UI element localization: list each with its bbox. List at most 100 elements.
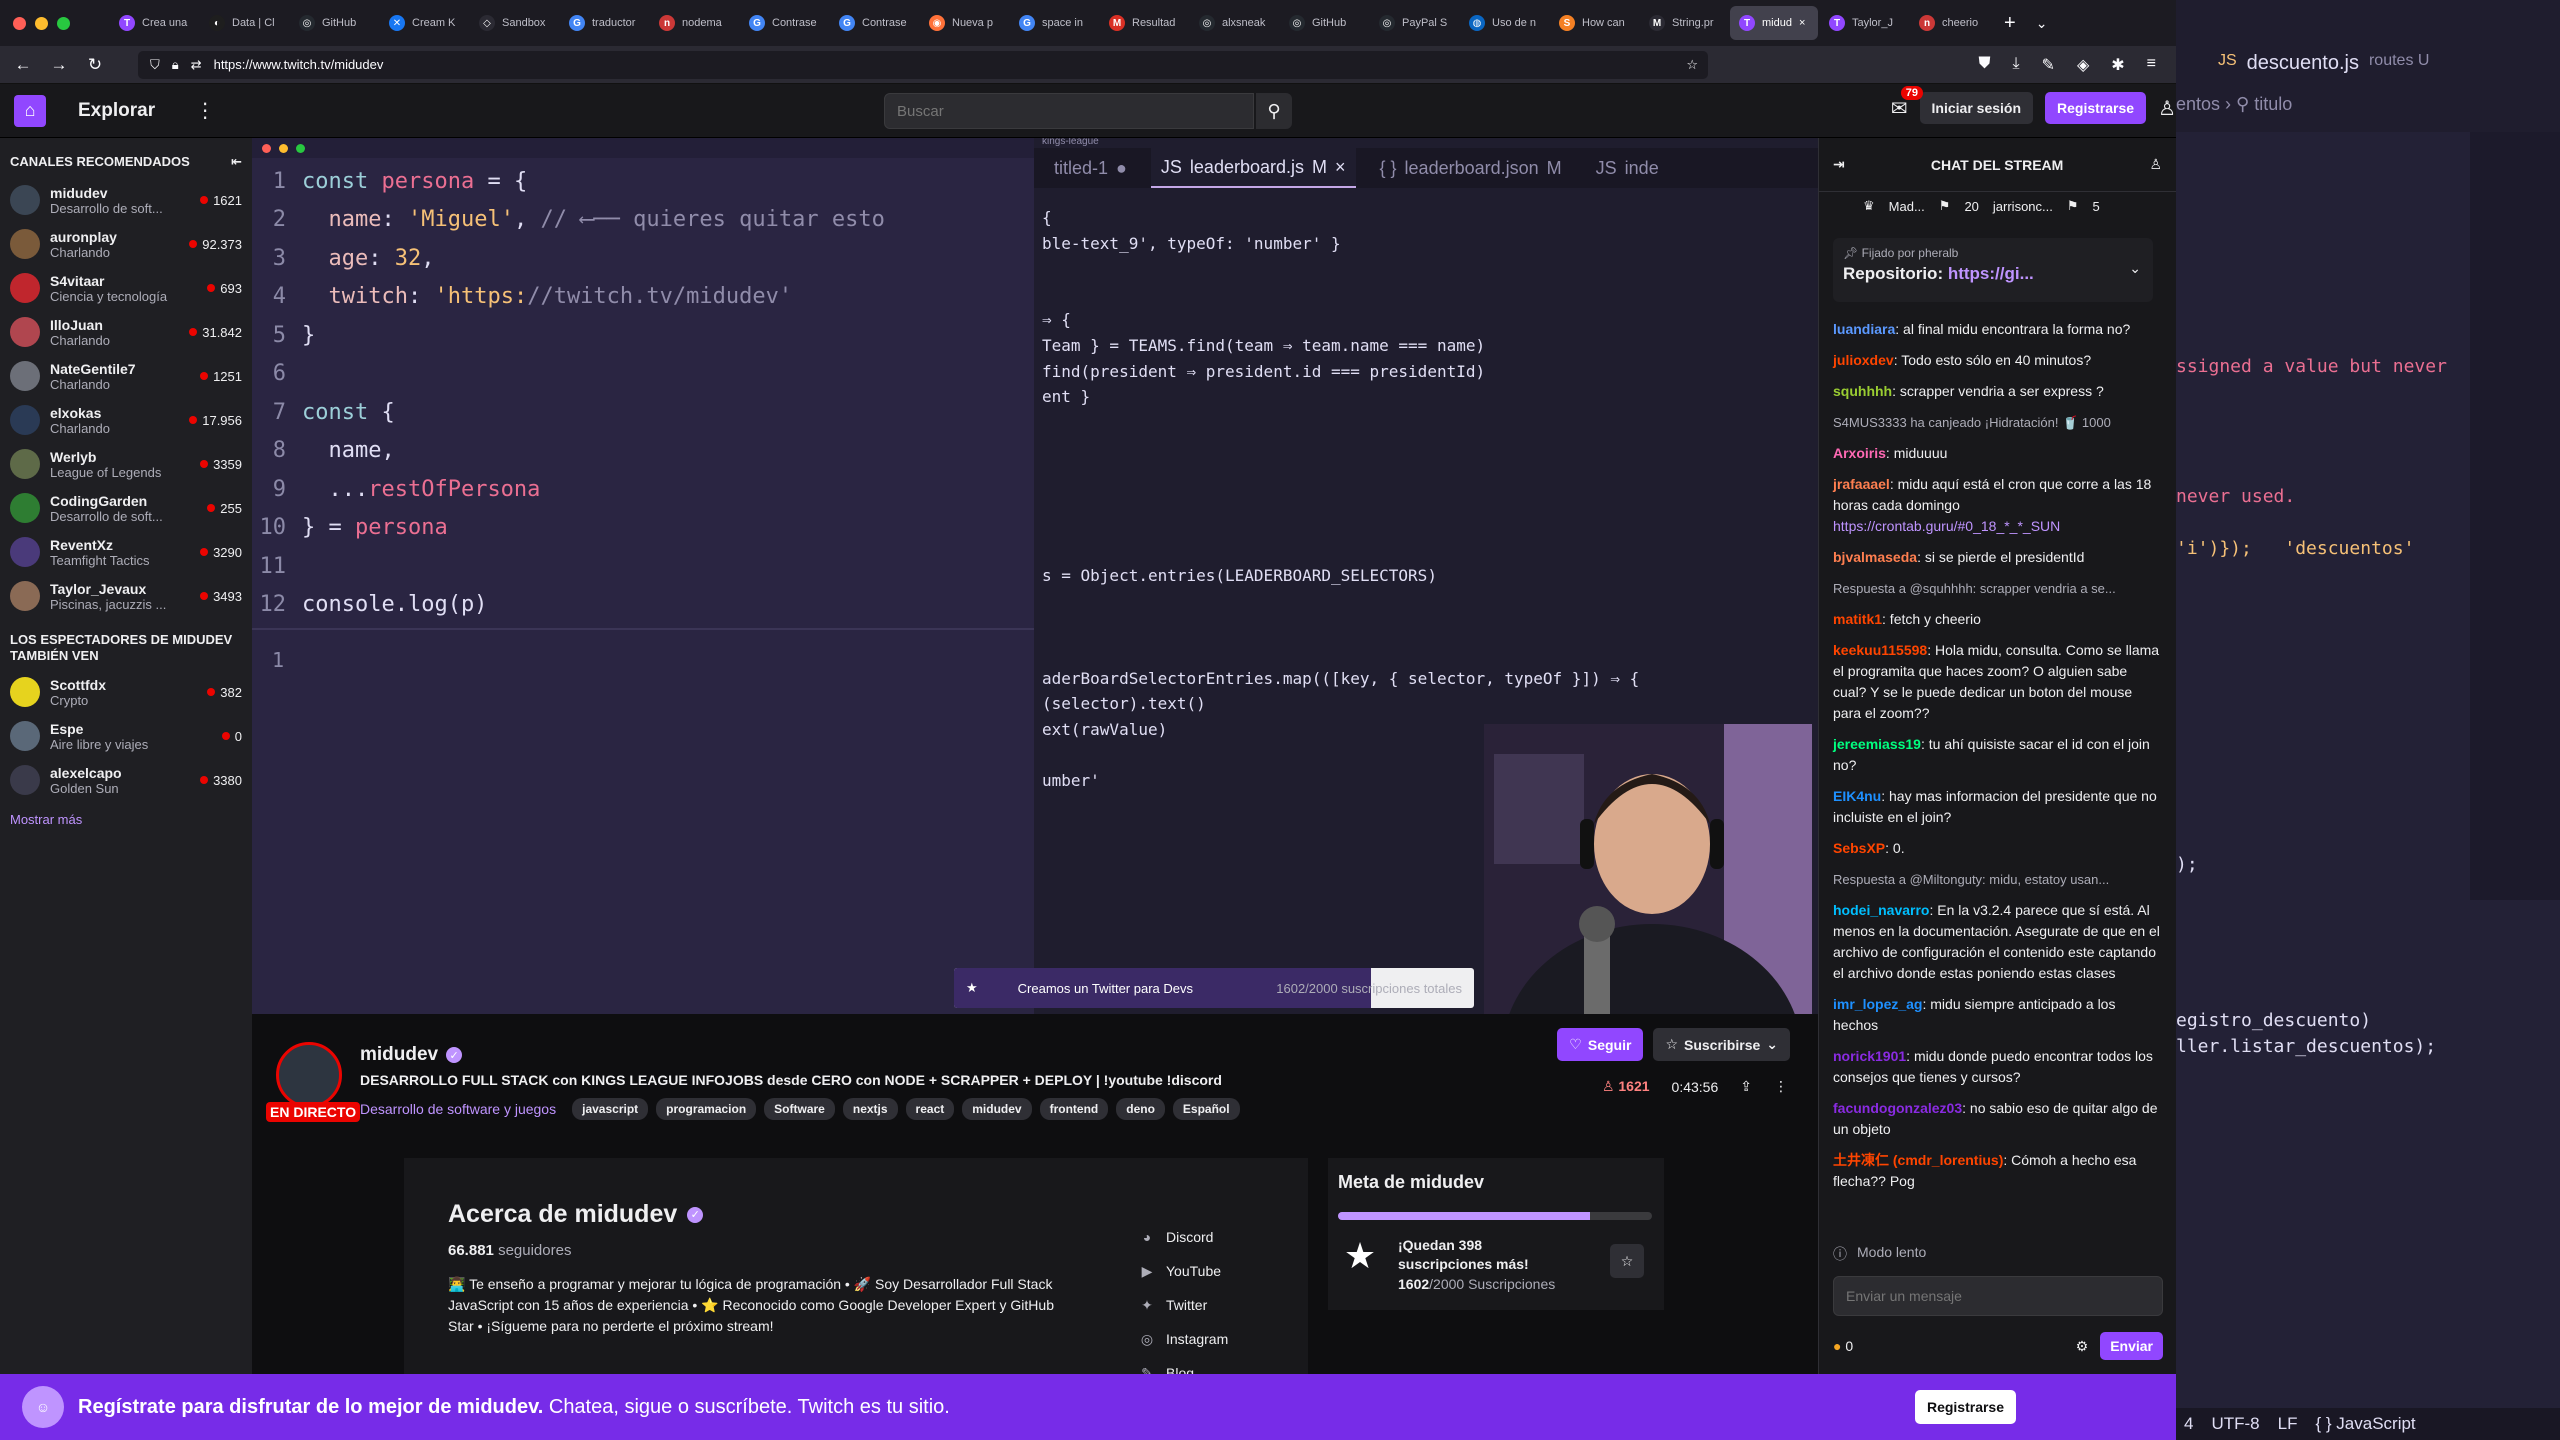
subscribe-button[interactable]: ☆ Suscribirse ⌄ <box>1653 1028 1790 1061</box>
browser-tab[interactable]: S How can <box>1550 6 1638 40</box>
chat-username[interactable]: squhhhh <box>1833 383 1892 399</box>
chat-username[interactable]: keekuu115598 <box>1833 642 1927 658</box>
search-icon[interactable]: ⚲ <box>1256 93 1292 129</box>
sidebar-channel[interactable]: S4vitaar Ciencia y tecnología 693 <box>0 266 252 310</box>
sidebar-channel[interactable]: Werlyb League of Legends 3359 <box>0 442 252 486</box>
chat-username[interactable]: luandiara <box>1833 321 1895 337</box>
browser-tab[interactable]: ✕ Cream K <box>380 6 468 40</box>
collapse-sidebar-icon[interactable]: ⇤ <box>231 154 242 170</box>
forward-button[interactable]: → <box>46 52 72 78</box>
share-icon[interactable]: ⇪ <box>1740 1078 1752 1095</box>
editor-tab[interactable]: JS inde <box>1586 148 1677 188</box>
new-tab-button[interactable]: + <box>2004 12 2016 35</box>
social-link[interactable]: ◎ Instagram <box>1138 1322 1228 1356</box>
vscode-active-file[interactable]: JS descuento.js routes U <box>2218 52 2429 75</box>
pinned-message[interactable]: 📌︎ Fijado por pheralb Repositorio: https… <box>1833 238 2153 302</box>
chevron-down-icon[interactable]: ⌄ <box>2129 260 2141 277</box>
sidebar-channel[interactable]: NateGentile7 Charlando 1251 <box>0 354 252 398</box>
banner-register-button[interactable]: Registrarse <box>1914 1390 2016 1424</box>
extension-pen-icon[interactable]: ✎ <box>2042 55 2055 75</box>
browser-tab[interactable]: G Contrase <box>830 6 918 40</box>
tab-close-icon[interactable]: × <box>1799 17 1805 29</box>
puzzle-icon[interactable]: ✱ <box>2111 55 2124 75</box>
browser-tab[interactable]: M String.pr <box>1640 6 1728 40</box>
minimize-window-button[interactable] <box>35 16 48 30</box>
chat-username[interactable]: facundogonzalez03 <box>1833 1100 1962 1116</box>
status-item[interactable]: UTF-8 <box>2211 1414 2259 1434</box>
twitch-logo[interactable]: ⌂ <box>14 94 46 127</box>
register-button[interactable]: Registrarse <box>2045 92 2147 124</box>
browser-tab[interactable]: n cheerio <box>1910 6 1998 40</box>
chat-username[interactable]: 土井凍仁 (cmdr_lorentius) <box>1833 1152 2003 1168</box>
category-link[interactable]: Desarrollo de software y juegos <box>360 1101 556 1117</box>
tag[interactable]: react <box>905 1098 955 1120</box>
goal-subscribe-star-button[interactable]: ☆ <box>1610 1244 1644 1278</box>
browser-tab[interactable]: ◎ GitHub <box>290 6 378 40</box>
gifter-1[interactable]: Mad... <box>1889 199 1925 214</box>
tag[interactable]: nextjs <box>842 1098 898 1120</box>
browser-tab[interactable]: Tmidud × <box>1730 6 1818 40</box>
status-item[interactable]: 4 <box>2184 1414 2193 1434</box>
browser-tab[interactable]: ◎ PayPal S <box>1370 6 1458 40</box>
browser-tab[interactable]: Gspace in <box>1010 6 1098 40</box>
more-icon[interactable]: ⋮ <box>1774 1078 1788 1095</box>
chat-username[interactable]: norick1901 <box>1833 1048 1906 1064</box>
browser-tab[interactable]: ◐ Data | Cl <box>200 6 288 40</box>
notifications-icon[interactable]: ✉ 79 <box>1891 85 1924 121</box>
tag[interactable]: Software <box>764 1098 835 1120</box>
browser-tab[interactable]: T Crea una <box>110 6 198 40</box>
social-link[interactable]: ✦ Twitter <box>1138 1288 1228 1322</box>
sidebar-channel[interactable]: auronplay Charlando 92.373 <box>0 222 252 266</box>
browser-tab[interactable]: ◍ Uso de n <box>1460 6 1548 40</box>
tag[interactable]: programacion <box>656 1098 757 1120</box>
tag[interactable]: deno <box>1116 1098 1165 1120</box>
chat-username[interactable]: bjvalmaseda <box>1833 549 1917 565</box>
gifter-2[interactable]: jarrisonc... <box>1993 199 2053 214</box>
channel-avatar[interactable] <box>276 1042 342 1108</box>
sidebar-channel[interactable]: midudev Desarrollo de soft... 1621 <box>0 178 252 222</box>
pinned-link[interactable]: https://gi... <box>1948 264 2034 283</box>
browser-tab[interactable]: n nodema <box>650 6 738 40</box>
chat-username[interactable]: jereemiass19 <box>1833 736 1921 752</box>
sidebar-channel[interactable]: ReventXz Teamfight Tactics 3290 <box>0 530 252 574</box>
back-button[interactable]: ← <box>10 52 36 78</box>
downloads-icon[interactable]: ⤓ <box>2012 55 2019 75</box>
editor-tab[interactable]: { } leaderboard.json M <box>1370 148 1572 188</box>
sidebar-channel[interactable]: CodingGarden Desarrollo de soft... 255 <box>0 486 252 530</box>
sidebar-channel[interactable]: Scottfdx Crypto 382 <box>0 670 252 714</box>
tag[interactable]: midudev <box>962 1098 1032 1120</box>
send-button[interactable]: Enviar <box>2100 1332 2163 1360</box>
more-options-icon[interactable]: ⋮ <box>195 98 215 123</box>
browser-tab[interactable]: M Resultad <box>1100 6 1188 40</box>
shield-icon[interactable]: ⛉ <box>150 57 160 73</box>
browser-tab[interactable]: ◎ GitHub <box>1280 6 1368 40</box>
browser-tab[interactable]: ◉ Nueva p <box>920 6 1008 40</box>
status-item[interactable]: { } JavaScript <box>2315 1414 2415 1434</box>
chat-input[interactable] <box>1833 1276 2163 1316</box>
sidebar-channel[interactable]: elxokas Charlando 17.956 <box>0 398 252 442</box>
browser-tab[interactable]: Gtraductor <box>560 6 648 40</box>
chat-settings-icon[interactable]: ⚙ <box>2076 1338 2089 1355</box>
chat-username[interactable]: Arxoiris <box>1833 445 1886 461</box>
explore-link[interactable]: Explorar <box>78 100 155 122</box>
sidebar-channel[interactable]: IlloJuan Charlando 31.842 <box>0 310 252 354</box>
bookmark-star-icon[interactable]: ☆ <box>1686 57 1698 73</box>
chat-username[interactable]: julioxdev <box>1833 352 1894 368</box>
chat-username[interactable]: EIK4nu <box>1833 788 1881 804</box>
collapse-chat-icon[interactable]: ⇥ <box>1833 156 1845 173</box>
chat-username[interactable]: matitk1 <box>1833 611 1882 627</box>
social-link[interactable]: ▶ YouTube <box>1138 1254 1228 1288</box>
editor-tab[interactable]: titled-1 ● <box>1044 148 1137 188</box>
browser-tab[interactable]: ◇ Sandbox <box>470 6 558 40</box>
chat-username[interactable]: imr_lopez_ag <box>1833 996 1922 1012</box>
tag[interactable]: frontend <box>1039 1098 1109 1120</box>
users-icon[interactable]: ♙ <box>2149 156 2162 173</box>
reload-button[interactable]: ↻ <box>82 52 108 78</box>
maximize-window-button[interactable] <box>57 16 70 30</box>
url-text[interactable]: https://www.twitch.tv/midudev <box>214 57 384 72</box>
browser-tab[interactable]: G Contrase <box>740 6 828 40</box>
stream-video[interactable]: 1 const persona = {2 name: 'Miguel', // ⟵… <box>252 138 1818 1014</box>
pocket-icon[interactable]: ⛊ <box>1978 55 1990 75</box>
channel-points[interactable]: ● 0 <box>1833 1338 1853 1354</box>
browser-tab[interactable]: T Taylor_J <box>1820 6 1908 40</box>
